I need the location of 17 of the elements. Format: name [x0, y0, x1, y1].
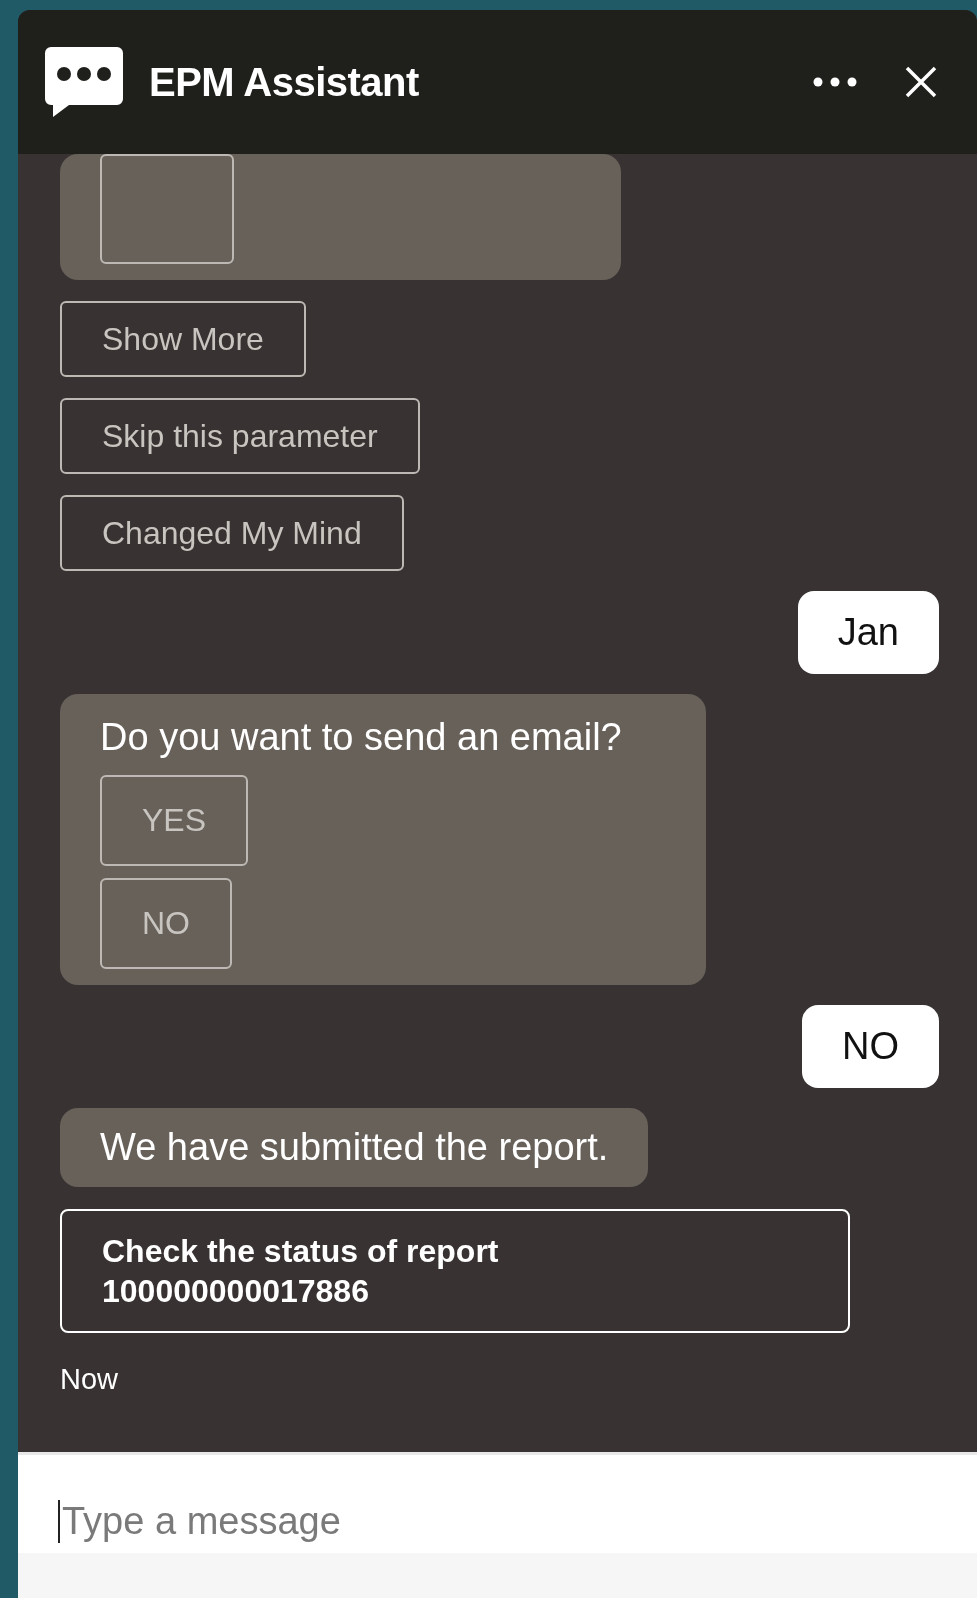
more-options-icon [813, 77, 857, 87]
action-card-button[interactable]: Check the status of report 100000000017886 [60, 1209, 850, 1333]
timestamp: Now [60, 1363, 119, 1396]
window-title: EPM Assistant [149, 59, 420, 105]
message-input[interactable]: Type a message [58, 1500, 662, 1543]
user-message: NO [802, 1005, 939, 1088]
option-button[interactable]: YES [100, 775, 249, 866]
option-button[interactable]: Changed My Mind [60, 495, 404, 571]
message-text: Do you want to send an email? [100, 716, 623, 759]
bot-message: We have submitted the report. [60, 1108, 649, 1187]
chat-bubble-icon [45, 47, 123, 117]
user-message: Jan [797, 591, 939, 674]
option-button[interactable]: NO [100, 878, 232, 969]
option-button[interactable]: Show More [60, 301, 306, 377]
option-button[interactable] [100, 154, 234, 264]
close-icon [905, 66, 937, 98]
option-button[interactable]: Skip this parameter [60, 398, 420, 474]
